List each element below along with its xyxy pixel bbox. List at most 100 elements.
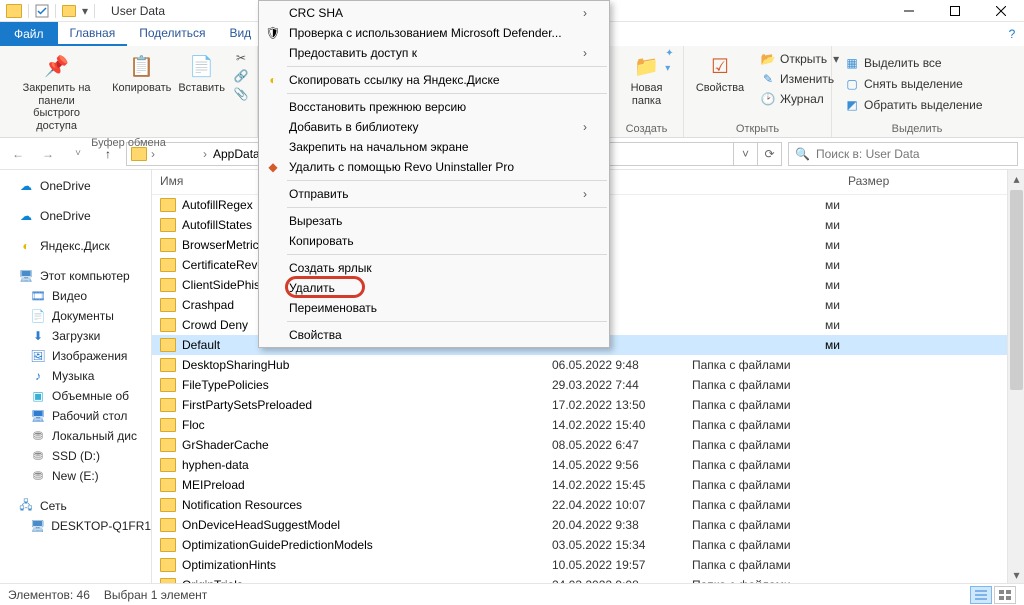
properties-button[interactable]: ☑ Свойства [692, 50, 748, 97]
file-row[interactable]: OnDeviceHeadSuggestModel20.04.2022 9:38П… [152, 515, 1024, 535]
ctx-item[interactable]: Закрепить на начальном экране [259, 137, 609, 157]
documents-icon: 📄 [30, 308, 46, 324]
group-create-title: Создать [618, 121, 675, 135]
view-details-button[interactable] [970, 586, 992, 604]
select-all-button[interactable]: ▦Выделить все [840, 54, 987, 72]
refresh-button[interactable]: ⟳ [758, 142, 782, 166]
close-button[interactable] [978, 0, 1024, 22]
file-row[interactable]: hyphen-data14.05.2022 9:56Папка с файлам… [152, 455, 1024, 475]
paste-button[interactable]: 📄 Вставить [178, 50, 225, 97]
file-row[interactable]: OptimizationGuidePredictionModels03.05.2… [152, 535, 1024, 555]
ctx-item[interactable]: Копировать [259, 231, 609, 251]
maximize-button[interactable] [932, 0, 978, 22]
folder-icon [160, 238, 176, 252]
copy-button[interactable]: 📋 Копировать [113, 50, 170, 97]
ctx-item[interactable]: Создать ярлык [259, 258, 609, 278]
minimize-button[interactable] [886, 0, 932, 22]
tab-home[interactable]: Главная [58, 22, 128, 46]
sidebar-3d[interactable]: ▣Объемные об [0, 386, 151, 406]
col-type[interactable] [692, 174, 848, 188]
folder-icon [160, 358, 176, 372]
address-dropdown[interactable]: ˅ [734, 142, 758, 166]
sidebar-network-pc[interactable]: 🖥DESKTOP-Q1FR1 [0, 516, 151, 536]
ctx-separator [287, 66, 607, 67]
file-row[interactable]: FirstPartySetsPreloaded17.02.2022 13:50П… [152, 395, 1024, 415]
context-menu: CRC SHA›🛡Проверка с использованием Micro… [258, 0, 610, 348]
sidebar-network[interactable]: 🖧Сеть [0, 496, 151, 516]
tab-share[interactable]: Поделиться [127, 22, 217, 46]
new-item-icon[interactable]: ✦ [665, 48, 673, 59]
folder-icon [160, 378, 176, 392]
col-size[interactable]: Размер [848, 174, 928, 188]
search-icon: 🔍 [795, 147, 810, 161]
tab-view[interactable]: Вид [217, 22, 263, 46]
sidebar-ssd[interactable]: ⛃SSD (D:) [0, 446, 151, 466]
open-button[interactable]: 📂Открыть ▾ [756, 50, 843, 68]
sidebar-music[interactable]: ♪Музыка [0, 366, 151, 386]
file-row[interactable]: MEIPreload14.02.2022 15:45Папка с файлам… [152, 475, 1024, 495]
folder-icon [160, 318, 176, 332]
folder-icon [160, 538, 176, 552]
pin-quickaccess-button[interactable]: 📌 Закрепить на панели быстрого доступа [8, 50, 105, 135]
search-input[interactable]: 🔍 Поиск в: User Data [788, 142, 1018, 166]
sidebar-desktop[interactable]: 🖥Рабочий стол [0, 406, 151, 426]
ctx-item[interactable]: Вырезать [259, 211, 609, 231]
sidebar-onedrive[interactable]: ☁OneDrive [0, 176, 151, 196]
sidebar-newe[interactable]: ⛃New (E:) [0, 466, 151, 486]
help-button[interactable]: ? [1000, 22, 1024, 46]
view-icons-button[interactable] [994, 586, 1016, 604]
invert-selection-button[interactable]: ◩Обратить выделение [840, 96, 987, 114]
edit-button[interactable]: ✎Изменить [756, 70, 843, 88]
copy-path-icon[interactable]: 🔗 [233, 68, 249, 84]
folder-icon [160, 458, 176, 472]
breadcrumb-appdata[interactable]: AppData [211, 147, 262, 161]
history-icon: 🕑 [760, 91, 776, 107]
sidebar-documents[interactable]: 📄Документы [0, 306, 151, 326]
ctx-item[interactable]: Предоставить доступ к› [259, 43, 609, 63]
scroll-thumb[interactable] [1010, 190, 1023, 390]
ctx-item[interactable]: Свойства [259, 325, 609, 345]
sidebar-video[interactable]: 🎞Видео [0, 286, 151, 306]
cut-icon[interactable]: ✂ [233, 50, 249, 66]
scroll-down-icon[interactable]: ▾ [1008, 566, 1024, 583]
chevron-right-icon: › [583, 187, 587, 201]
select-none-button[interactable]: ▢Снять выделение [840, 75, 987, 93]
sidebar-images[interactable]: 🖼Изображения [0, 346, 151, 366]
music-icon: ♪ [30, 368, 46, 384]
file-row[interactable]: OptimizationHints10.05.2022 19:57Папка с… [152, 555, 1024, 575]
file-row[interactable]: GrShaderCache08.05.2022 6:47Папка с файл… [152, 435, 1024, 455]
folder-icon [160, 558, 176, 572]
file-row[interactable]: FileTypePolicies29.03.2022 7:44Папка с ф… [152, 375, 1024, 395]
ctx-item[interactable]: Восстановить прежнюю версию [259, 97, 609, 117]
group-open-title: Открыть [692, 121, 823, 135]
easy-access-icon[interactable]: ▾ [665, 63, 673, 74]
file-row[interactable]: OriginTrials24.03.2022 9:08Папка с файла… [152, 575, 1024, 583]
paste-shortcut-icon[interactable]: 📎 [233, 86, 249, 102]
file-row[interactable]: Floc14.02.2022 15:40Папка с файлами [152, 415, 1024, 435]
ctx-item[interactable]: CRC SHA› [259, 3, 609, 23]
checkbox-icon[interactable] [35, 4, 49, 18]
sidebar-yadisk[interactable]: ◐Яндекс.Диск [0, 236, 151, 256]
file-row[interactable]: DesktopSharingHub06.05.2022 9:48Папка с … [152, 355, 1024, 375]
sidebar-onedrive2[interactable]: ☁OneDrive [0, 206, 151, 226]
disk-icon: ⛃ [30, 468, 46, 484]
ctx-item[interactable]: ◆Удалить с помощью Revo Uninstaller Pro [259, 157, 609, 177]
tab-file[interactable]: Файл [0, 22, 58, 46]
ctx-item[interactable]: Удалить [259, 278, 609, 298]
sidebar-downloads[interactable]: ⬇Загрузки [0, 326, 151, 346]
folder-icon [160, 578, 176, 583]
ctx-item[interactable]: Переименовать [259, 298, 609, 318]
scroll-up-icon[interactable]: ▴ [1008, 170, 1024, 187]
pin-icon: 📌 [43, 52, 71, 80]
ctx-separator [287, 207, 607, 208]
ctx-item[interactable]: Отправить› [259, 184, 609, 204]
ctx-item[interactable]: 🛡Проверка с использованием Microsoft Def… [259, 23, 609, 43]
history-button[interactable]: 🕑Журнал [756, 90, 843, 108]
scrollbar[interactable]: ▴ ▾ [1007, 170, 1024, 583]
sidebar-localdisk[interactable]: ⛃Локальный дис [0, 426, 151, 446]
sidebar-this-pc[interactable]: 🖥Этот компьютер [0, 266, 151, 286]
file-row[interactable]: Notification Resources22.04.2022 10:07Па… [152, 495, 1024, 515]
ctx-separator [287, 180, 607, 181]
ctx-item[interactable]: ◐Скопировать ссылку на Яндекс.Диске [259, 70, 609, 90]
ctx-item[interactable]: Добавить в библиотеку› [259, 117, 609, 137]
